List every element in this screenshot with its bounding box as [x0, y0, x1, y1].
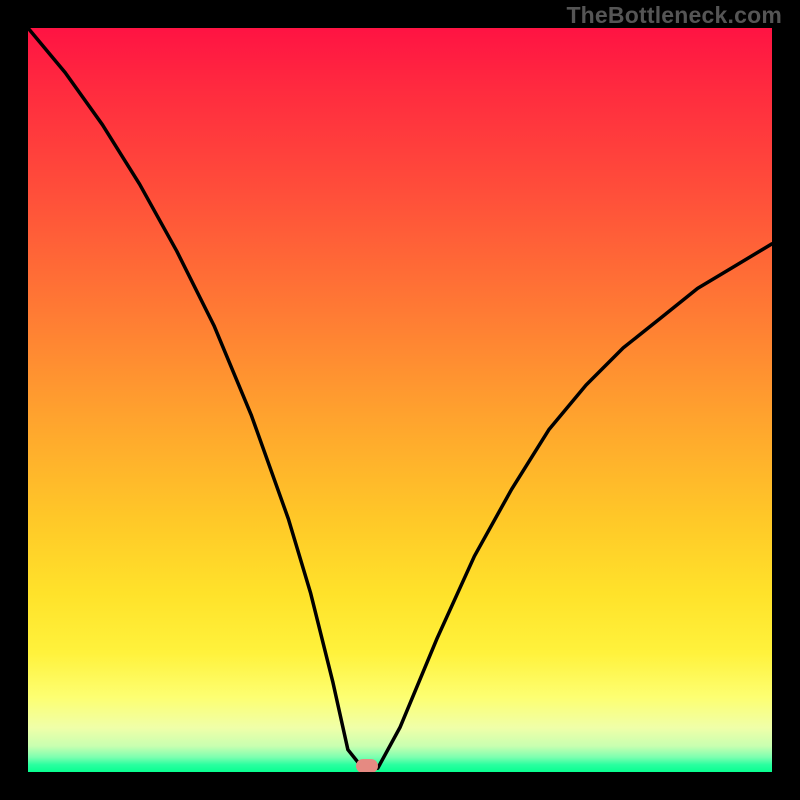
bottleneck-curve	[28, 28, 772, 772]
optimal-point-marker	[356, 759, 378, 772]
chart-frame: TheBottleneck.com	[0, 0, 800, 800]
watermark-text: TheBottleneck.com	[566, 2, 782, 29]
plot-area	[28, 28, 772, 772]
